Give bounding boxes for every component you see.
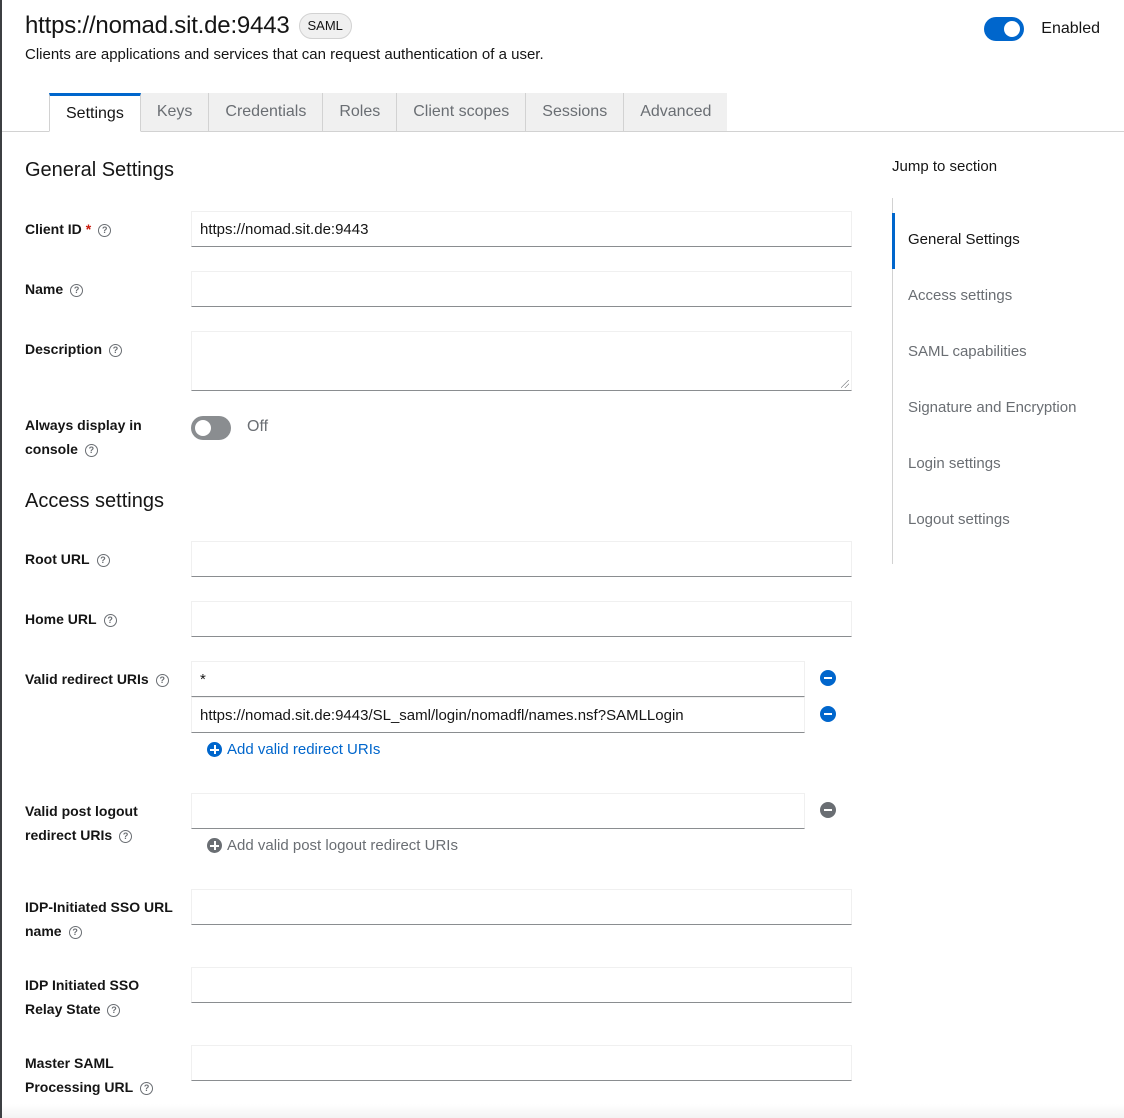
tab-keys[interactable]: Keys — [140, 93, 210, 132]
master-saml-label-line1: Master SAML — [25, 1055, 114, 1071]
jump-link-logout-settings[interactable]: Logout settings — [908, 511, 1010, 528]
add-post-logout-uri-button[interactable]: Add valid post logout redirect URIs — [207, 837, 458, 854]
client-tabs: Settings Keys Credentials Roles Client s… — [49, 93, 728, 132]
enabled-label: Enabled — [1041, 20, 1100, 37]
name-input[interactable] — [191, 271, 852, 307]
remove-redirect-uri-icon[interactable] — [820, 670, 836, 686]
redirect-uri-value: https://nomad.sit.de:9443/SL_saml/login/… — [200, 706, 684, 724]
description-label-text: Description — [25, 341, 103, 357]
remove-redirect-uri-icon[interactable] — [820, 706, 836, 722]
access-settings-heading: Access settings — [25, 490, 164, 512]
post-logout-uri-input[interactable] — [191, 793, 805, 829]
idp-relay-label-line2: Relay State — [25, 1001, 101, 1017]
idp-relay-label-line1: IDP Initiated SSO — [25, 977, 140, 993]
required-mark: * — [85, 221, 92, 237]
jump-to-section-title: Jump to section — [892, 158, 998, 175]
description-label: Description? — [25, 337, 185, 361]
master-saml-label: Master SAML Processing URL? — [25, 1051, 185, 1099]
enabled-toggle[interactable] — [984, 17, 1025, 41]
resize-handle-icon[interactable] — [841, 380, 849, 388]
help-icon[interactable]: ? — [140, 1082, 154, 1095]
general-settings-heading: General Settings — [25, 159, 174, 181]
help-icon[interactable]: ? — [68, 926, 82, 939]
tab-advanced[interactable]: Advanced — [624, 93, 728, 132]
post-logout-label: Valid post logout redirect URIs? — [25, 799, 185, 847]
page-title: https://nomad.sit.de:9443 — [25, 12, 290, 39]
add-redirect-uri-label: Add valid redirect URIs — [227, 741, 381, 758]
tab-settings[interactable]: Settings — [49, 93, 141, 132]
description-textarea[interactable] — [191, 331, 852, 391]
home-url-label: Home URL? — [25, 607, 185, 631]
protocol-badge: SAML — [298, 13, 352, 39]
jump-link-access-settings[interactable]: Access settings — [908, 287, 1012, 304]
help-icon[interactable]: ? — [103, 614, 117, 627]
tab-roles[interactable]: Roles — [323, 93, 398, 132]
always-display-toggle[interactable] — [191, 416, 231, 440]
plus-circle-icon — [207, 742, 222, 757]
jump-link-login-settings[interactable]: Login settings — [908, 455, 1001, 472]
jump-to-section: Jump to section General Settings Access … — [892, 158, 1112, 564]
redirect-uri-value: * — [200, 670, 206, 688]
idp-sso-name-label-line1: IDP-Initiated SSO URL — [25, 899, 173, 915]
help-icon[interactable]: ? — [70, 284, 84, 297]
client-id-input[interactable]: https://nomad.sit.de:9443 — [191, 211, 852, 247]
always-display-state: Off — [247, 418, 269, 435]
help-icon[interactable]: ? — [84, 444, 98, 457]
idp-sso-name-input[interactable] — [191, 889, 852, 925]
always-display-label-line2: console — [25, 441, 78, 457]
root-url-label-text: Root URL — [25, 551, 90, 567]
help-icon[interactable]: ? — [119, 830, 133, 843]
idp-sso-name-label: IDP-Initiated SSO URL name? — [25, 895, 185, 943]
page-subtitle: Clients are applications and services th… — [25, 46, 544, 63]
jump-links-list: General Settings Access settings SAML ca… — [892, 198, 1112, 564]
client-id-label: Client ID *? — [25, 217, 185, 241]
client-id-label-text: Client ID — [25, 221, 82, 237]
jump-link-general-settings[interactable]: General Settings — [908, 231, 1020, 248]
add-redirect-uri-button[interactable]: Add valid redirect URIs — [207, 741, 380, 758]
idp-relay-state-input[interactable] — [191, 967, 852, 1003]
help-icon[interactable]: ? — [155, 674, 169, 687]
idp-relay-state-label: IDP Initiated SSO Relay State? — [25, 973, 185, 1021]
redirect-uri-input[interactable]: https://nomad.sit.de:9443/SL_saml/login/… — [191, 697, 805, 733]
help-icon[interactable]: ? — [107, 1004, 121, 1017]
post-logout-label-line2: redirect URIs — [25, 827, 113, 843]
plus-circle-icon — [207, 838, 222, 853]
post-logout-label-line1: Valid post logout — [25, 803, 138, 819]
add-post-logout-uri-label: Add valid post logout redirect URIs — [227, 837, 458, 854]
home-url-input[interactable] — [191, 601, 852, 637]
help-icon[interactable]: ? — [109, 344, 123, 357]
valid-redirect-label-text: Valid redirect URIs — [25, 671, 149, 687]
bottom-shadow — [2, 1104, 1124, 1118]
tab-credentials[interactable]: Credentials — [209, 93, 324, 132]
root-url-input[interactable] — [191, 541, 852, 577]
toggle-knob — [1004, 21, 1021, 37]
name-label-text: Name — [25, 281, 64, 297]
active-indicator — [892, 213, 895, 269]
always-display-label-line1: Always display in — [25, 417, 142, 433]
enabled-toggle-group: Enabled — [984, 17, 1100, 41]
jump-link-saml-capabilities[interactable]: SAML capabilities — [908, 343, 1027, 360]
home-url-label-text: Home URL — [25, 611, 97, 627]
name-label: Name? — [25, 277, 185, 301]
toggle-knob — [195, 420, 211, 436]
tab-client-scopes[interactable]: Client scopes — [397, 93, 527, 132]
redirect-uri-input[interactable]: * — [191, 661, 805, 697]
master-saml-label-line2: Processing URL — [25, 1079, 134, 1095]
master-saml-url-input[interactable] — [191, 1045, 852, 1081]
window-edge — [0, 0, 2, 1118]
help-icon[interactable]: ? — [96, 554, 110, 567]
client-id-value: https://nomad.sit.de:9443 — [200, 220, 369, 238]
remove-post-logout-uri-icon[interactable] — [820, 802, 836, 818]
always-display-label: Always display in console? — [25, 413, 185, 461]
valid-redirect-label: Valid redirect URIs? — [25, 667, 185, 691]
jump-link-signature-encryption[interactable]: Signature and Encryption — [908, 399, 1076, 416]
page-header: https://nomad.sit.de:9443 SAML Clients a… — [25, 12, 1100, 63]
tab-sessions[interactable]: Sessions — [526, 93, 625, 132]
idp-sso-name-label-line2: name — [25, 923, 62, 939]
root-url-label: Root URL? — [25, 547, 185, 571]
help-icon[interactable]: ? — [98, 224, 112, 237]
